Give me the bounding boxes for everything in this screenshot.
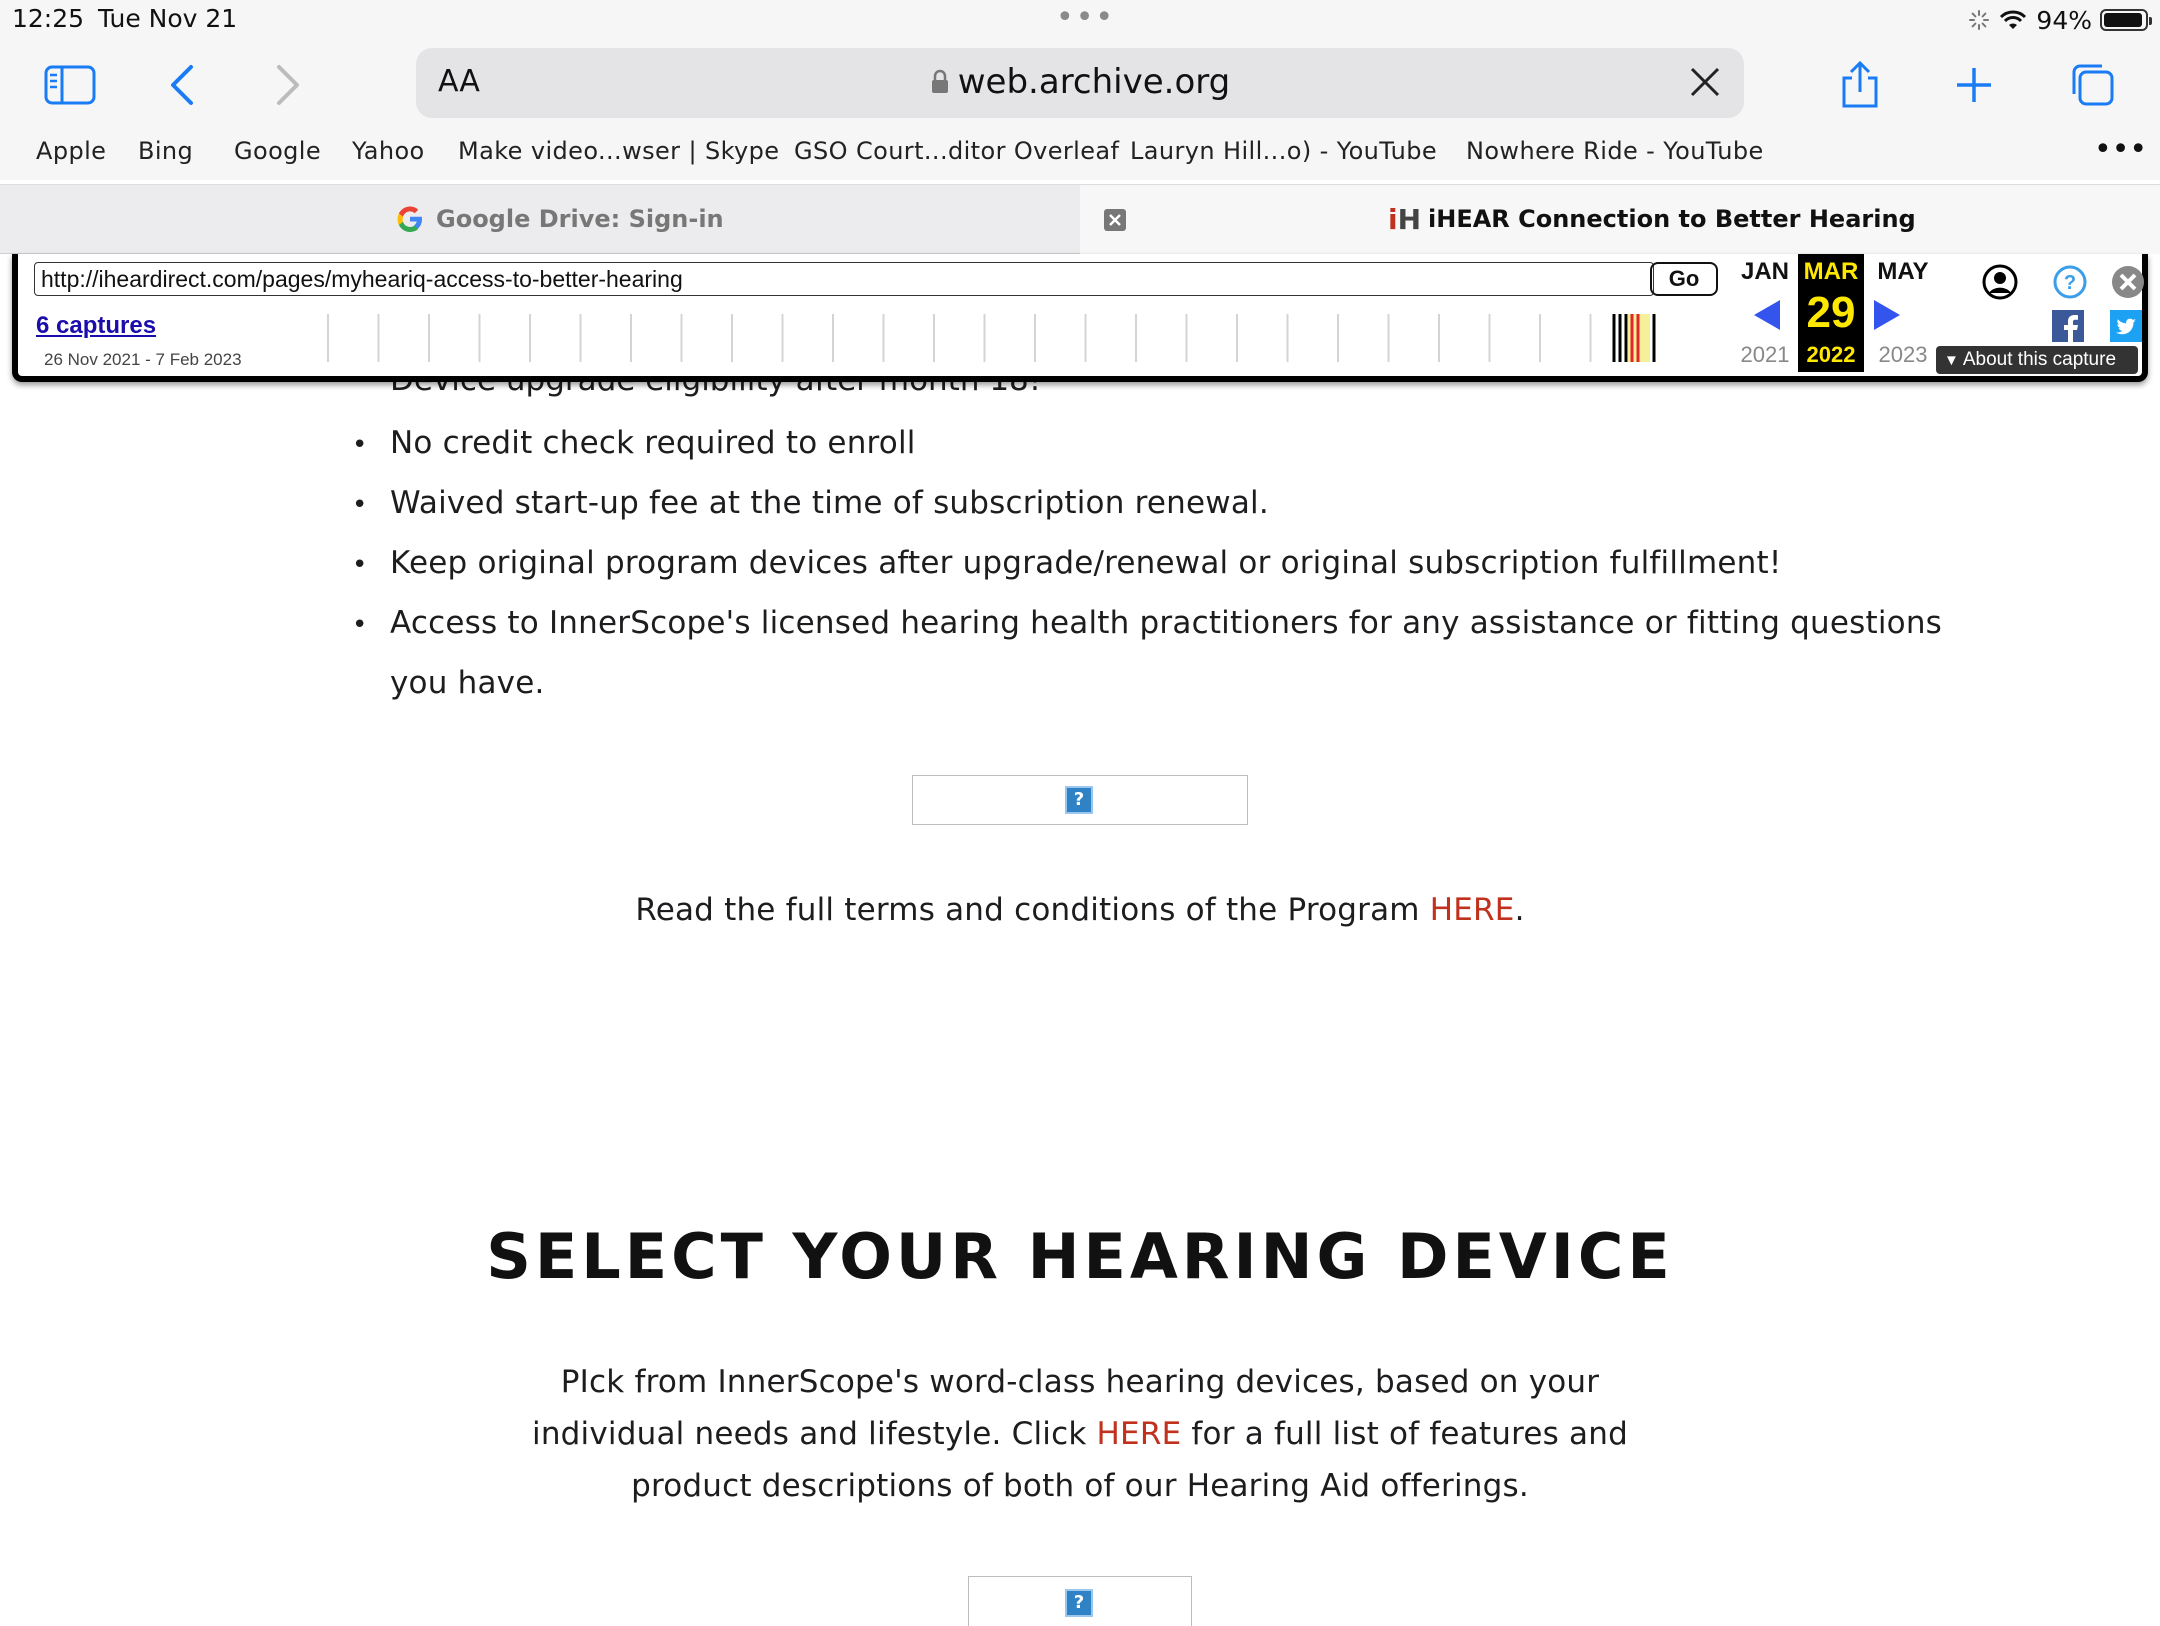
bullet-marker: • [352,610,368,640]
close-icon [1109,214,1121,226]
more-favorites-icon[interactable]: ••• [2094,132,2147,167]
status-bar: 12:25 Tue Nov 21 ••• 94% [0,0,2160,40]
share-icon [1842,60,1878,108]
status-date: Tue Nov 21 [98,4,238,33]
tab-overview-button[interactable] [2062,55,2122,115]
bullet-marker: • [352,490,368,520]
svg-text:?: ? [2064,272,2076,294]
prev-year-label[interactable]: 2021 [1732,342,1798,368]
capture-sparkline[interactable] [308,310,1698,366]
about-capture-label: About this capture [1962,349,2117,370]
chevron-left-icon [171,65,193,105]
bullet-item: No credit check required to enroll [390,425,916,461]
favorite-yahoo[interactable]: Yahoo [352,137,425,165]
wifi-icon [2000,10,2027,29]
tab-iHEAR[interactable]: iH iHEAR Connection to Better Hearing [1080,185,2160,254]
captures-link[interactable]: 6 captures [36,312,156,340]
description-text: for a full list of features and [1181,1416,1628,1452]
google-logo-icon [396,205,424,237]
broken-image: ? [912,775,1248,825]
favorite-lauryn-hill[interactable]: Lauryn Hill...o) - YouTube [1130,137,1437,165]
tab-bar: Google Drive: Sign-in iH iHEAR Connectio… [0,184,2160,254]
about-capture-dropdown[interactable]: ▼ About this capture [1936,346,2138,374]
next-year-label[interactable]: 2023 [1870,342,1936,368]
section-heading: SELECT YOUR HEARING DEVICE [486,1220,1674,1293]
description-text: individual needs and lifestyle. Click [532,1416,1097,1452]
share-button[interactable] [1830,55,1890,115]
tab-google-drive[interactable]: Google Drive: Sign-in [0,185,1080,253]
plus-icon [1957,68,1991,102]
favorite-bing[interactable]: Bing [138,137,193,165]
wayback-toolbar: http://iheardirect.com/pages/myheariq-ac… [12,254,2148,382]
description-line-2: individual needs and lifestyle. Click HE… [0,1416,2160,1452]
facebook-icon[interactable] [2052,310,2084,342]
battery-fill [2104,13,2142,27]
tabs-icon [2072,64,2114,106]
bullet-marker: • [352,550,368,580]
favorites-bar: Apple Bing Google Yahoo Make video...wse… [0,130,2160,180]
terms-here-link[interactable]: HERE [1430,892,1515,928]
activity-spinner-icon [1969,10,1990,30]
status-time: 12:25 [12,4,85,33]
current-capture-date: MAR 29 2022 [1798,254,1864,372]
sidebar-toggle-icon[interactable] [40,55,100,115]
tab-title: Google Drive: Sign-in [436,205,724,233]
address-host-text: web.archive.org [957,62,1231,102]
current-day: 29 [1806,288,1856,337]
close-icon [1690,67,1720,97]
next-capture-arrow-icon[interactable] [1872,298,1902,332]
prev-capture-arrow-icon[interactable] [1752,298,1782,332]
terms-text: Read the full terms and conditions of th… [635,892,1430,928]
broken-image: ? [968,1576,1192,1626]
features-here-link[interactable]: HERE [1097,1416,1182,1452]
multitasking-dots-icon[interactable]: ••• [1056,0,1115,35]
capture-range: 26 Nov 2021 - 7 Feb 2023 [44,350,242,369]
twitter-icon[interactable] [2110,310,2142,342]
help-icon[interactable]: ? [2052,264,2088,300]
stop-loading-button[interactable] [1688,65,1722,103]
bullet-item: Access to InnerScope's licensed hearing … [390,605,1943,641]
address-bar[interactable]: AA web.archive.org [416,48,1744,118]
chevron-right-icon [277,65,299,105]
battery-percent: 94% [2036,5,2092,35]
caret-down-icon: ▼ [1944,352,1959,369]
bullet-item: Keep original program devices after upgr… [390,545,1782,581]
current-month: MAR [1803,258,1859,285]
favorite-overleaf[interactable]: GSO Court...ditor Overleaf [794,137,1119,165]
forward-button[interactable] [258,55,318,115]
bullet-marker: • [352,430,368,460]
close-banner-icon[interactable] [2110,264,2146,300]
favorite-nowhere-ride[interactable]: Nowhere Ride - YouTube [1466,137,1764,165]
next-month-label[interactable]: MAY [1870,258,1936,286]
bullet-item-continuation: you have. [390,665,545,701]
broken-image-icon: ? [1065,1589,1093,1617]
iHEAR-favicon-icon: iH [1388,203,1422,236]
terms-period: . [1514,892,1525,928]
description-line-1: PIck from InnerScope's word-class hearin… [560,1364,1600,1400]
prev-month-label[interactable]: JAN [1732,258,1798,286]
browser-toolbar: AA web.archive.org [0,40,2160,130]
close-tab-button[interactable] [1104,209,1126,231]
wayback-url-input[interactable]: http://iheardirect.com/pages/myheariq-ac… [34,262,1654,296]
favorite-google[interactable]: Google [234,137,321,165]
back-button[interactable] [152,55,212,115]
current-year: 2022 [1806,342,1856,367]
bullet-item: Waived start-up fee at the time of subsc… [390,485,1269,521]
status-right: 94% [1968,3,2152,37]
broken-image-icon: ? [1065,786,1093,814]
wayback-go-button[interactable]: Go [1650,262,1718,296]
account-icon[interactable] [1982,264,2018,300]
lock-icon [931,69,948,93]
favorite-skype[interactable]: Make video...wser | Skype [458,137,779,165]
battery-icon [2100,9,2152,31]
address-host[interactable]: web.archive.org [416,62,1744,102]
favorite-apple[interactable]: Apple [36,137,106,165]
new-tab-button[interactable] [1944,55,2004,115]
description-line-3: product descriptions of both of our Hear… [631,1468,1529,1504]
tab-title: iHEAR Connection to Better Hearing [1428,205,1916,233]
terms-line: Read the full terms and conditions of th… [0,892,2160,928]
